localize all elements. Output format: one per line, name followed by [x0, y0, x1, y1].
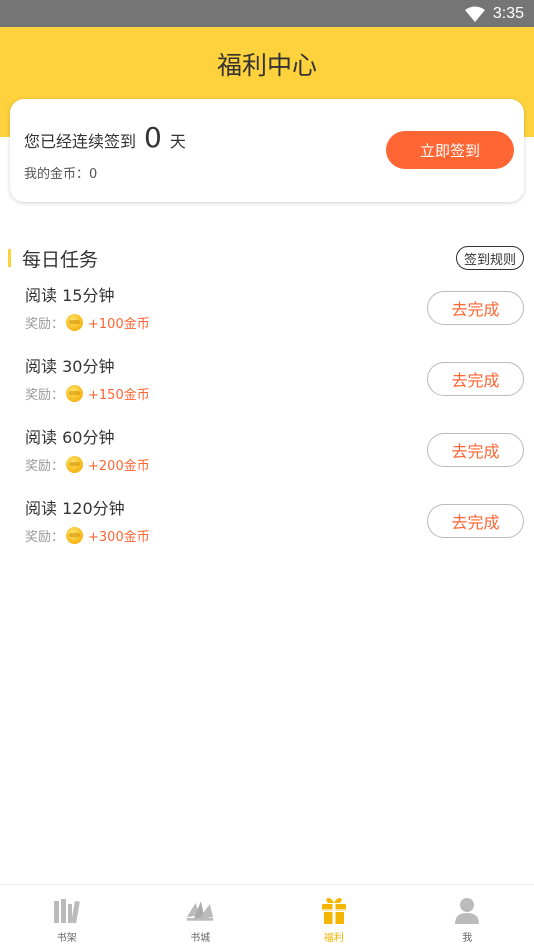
bookshelf-icon	[52, 897, 82, 925]
task-reward: 奖励： +300金币	[25, 526, 150, 545]
reward-amount: +100金币	[88, 317, 150, 332]
task-item: 阅读 30分钟 奖励： +150金币 去完成	[0, 353, 534, 417]
status-time: 3:35	[492, 4, 524, 22]
coin-icon	[66, 527, 84, 544]
tab-profile[interactable]: 我	[401, 885, 534, 949]
reward-amount: +150金币	[88, 388, 150, 403]
complete-task-button[interactable]: 去完成	[427, 291, 524, 325]
tab-bookshelf[interactable]: 书架	[0, 885, 134, 949]
checkin-card: 您已经连续签到 0 天 我的金币：0 立即签到	[10, 99, 524, 202]
tab-bookstore[interactable]: 书城	[134, 885, 268, 949]
coin-icon	[66, 314, 84, 331]
streak-days: 0	[144, 121, 162, 154]
tab-label: 福利	[323, 933, 344, 944]
complete-task-button[interactable]: 去完成	[427, 504, 524, 538]
tab-welfare[interactable]: 福利	[267, 885, 401, 949]
tab-label: 书架	[56, 933, 77, 944]
reward-label: 奖励：	[25, 459, 65, 474]
checkin-rules-button[interactable]: 签到规则	[455, 246, 524, 270]
streak-suffix: 天	[169, 132, 186, 151]
reward-amount: +200金币	[88, 459, 150, 474]
checkin-streak: 您已经连续签到 0 天	[24, 121, 186, 154]
coin-icon	[66, 385, 84, 402]
daily-tasks-header: 每日任务 签到规则	[0, 245, 534, 271]
status-bar: 3:35	[0, 0, 534, 27]
coin-icon	[66, 456, 84, 473]
task-name: 阅读 15分钟	[25, 286, 115, 305]
complete-task-button[interactable]: 去完成	[427, 362, 524, 396]
task-item: 阅读 60分钟 奖励： +200金币 去完成	[0, 424, 534, 488]
task-item: 阅读 15分钟 奖励： +100金币 去完成	[0, 282, 534, 346]
wifi-icon	[464, 6, 485, 22]
my-coins: 我的金币：0	[24, 163, 97, 182]
page-title: 福利中心	[216, 51, 317, 80]
reward-amount: +300金币	[88, 530, 150, 545]
tab-label: 我	[462, 933, 473, 944]
section-accent-bar	[8, 249, 11, 267]
task-reward: 奖励： +150金币	[25, 384, 150, 403]
reward-label: 奖励：	[25, 388, 65, 403]
complete-task-button[interactable]: 去完成	[427, 433, 524, 467]
reward-label: 奖励：	[25, 317, 65, 332]
reward-label: 奖励：	[25, 530, 65, 545]
profile-icon	[452, 897, 482, 925]
tab-label: 书城	[190, 933, 211, 944]
streak-prefix: 您已经连续签到	[24, 132, 137, 151]
coins-value: 0	[89, 167, 98, 182]
task-reward: 奖励： +200金币	[25, 455, 150, 474]
task-reward: 奖励： +100金币	[25, 313, 150, 332]
bookstore-icon	[185, 897, 215, 925]
bottom-tab-bar: 书架 书城 福利 我	[0, 884, 534, 949]
task-item: 阅读 120分钟 奖励： +300金币 去完成	[0, 495, 534, 559]
task-name: 阅读 120分钟	[25, 499, 125, 518]
section-title: 每日任务	[22, 249, 99, 271]
coins-label: 我的金币：	[24, 167, 90, 182]
task-name: 阅读 30分钟	[25, 357, 115, 376]
task-name: 阅读 60分钟	[25, 428, 115, 447]
gift-icon	[319, 897, 349, 925]
checkin-button[interactable]: 立即签到	[386, 131, 514, 169]
